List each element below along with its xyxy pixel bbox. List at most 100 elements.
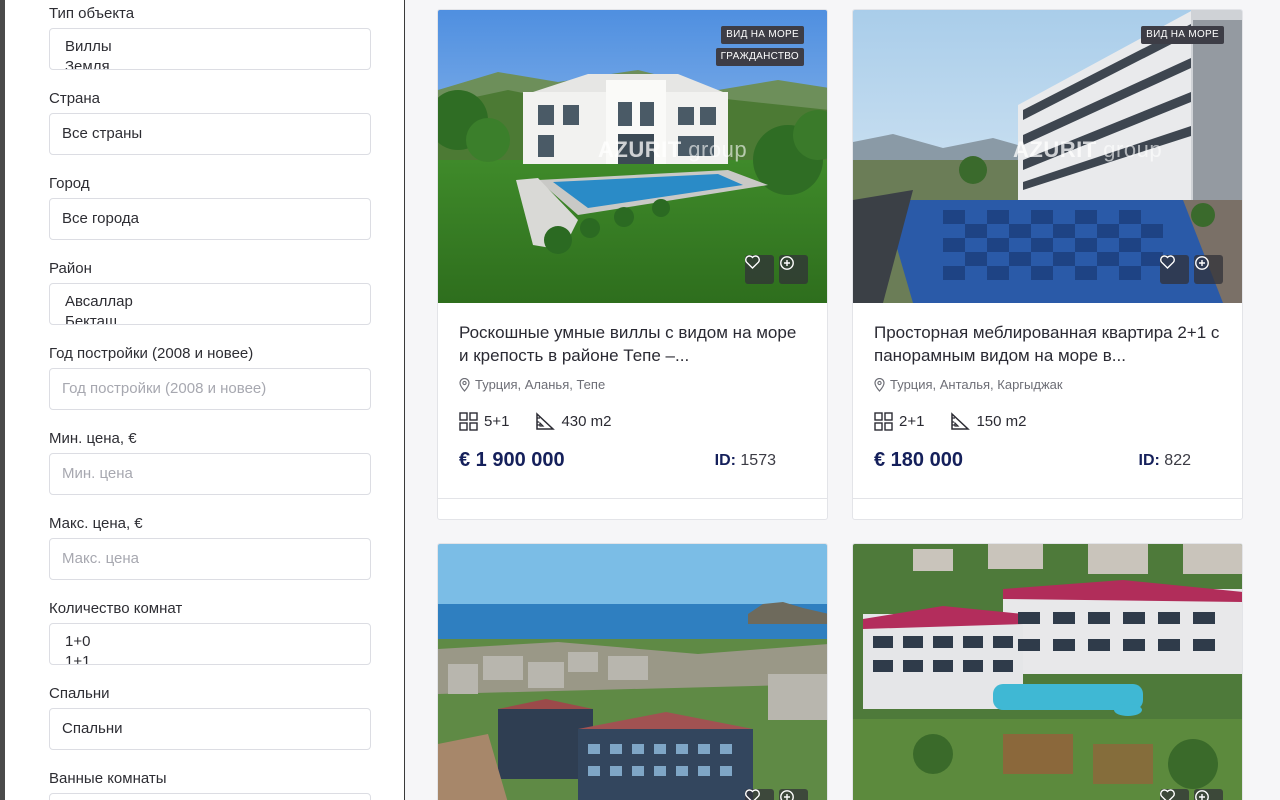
- district-option[interactable]: Авсаллар: [62, 292, 358, 312]
- filter-city-label: Город: [49, 175, 90, 192]
- rooms-option[interactable]: 1+1: [62, 652, 358, 664]
- filter-year-label: Год постройки (2008 и новее): [49, 345, 254, 362]
- card-footer: [438, 498, 827, 519]
- listing-id: ID: 822: [1139, 452, 1191, 470]
- card-footer: [853, 498, 1242, 519]
- listing-title[interactable]: Просторная меблированная квартира 2+1 с …: [874, 321, 1221, 367]
- listing-grid: AZURIT group ВИД НА МОРЕ ГРАЖДАНСТВО Рос…: [406, 0, 1280, 800]
- country-select[interactable]: Все страны: [49, 113, 371, 155]
- filter-country-label: Страна: [49, 90, 101, 107]
- listing-photo[interactable]: [853, 544, 1242, 800]
- filter-type: Тип объекта Виллы Земля: [49, 4, 371, 70]
- filter-min-price: Мин. цена, € Мин. цена: [49, 429, 371, 495]
- rooms-multiselect[interactable]: 1+0 1+1: [49, 623, 371, 665]
- zoom-plus-icon: [780, 256, 794, 270]
- listing-card[interactable]: [437, 543, 828, 800]
- badge-sea-view: ВИД НА МОРЕ: [1141, 26, 1224, 44]
- filter-max-price-label: Макс. цена, €: [49, 515, 143, 532]
- listing-location: Турция, Аланья, Тепе: [459, 377, 806, 392]
- type-multiselect[interactable]: Виллы Земля: [49, 28, 371, 70]
- filter-bedrooms: Спальни Спальни: [49, 684, 371, 750]
- watermark-suffix: group: [1103, 137, 1163, 162]
- filter-district: Район Авсаллар Бекташ: [49, 259, 371, 325]
- zoom-button[interactable]: [779, 789, 808, 800]
- district-option[interactable]: Бекташ: [62, 312, 358, 324]
- filter-city: Город Все города: [49, 174, 371, 240]
- feature-rooms: 2+1: [874, 412, 924, 431]
- heart-icon: [1160, 789, 1175, 800]
- type-option[interactable]: Земля: [62, 57, 358, 69]
- listing-photo[interactable]: AZURIT group ВИД НА МОРЕ: [853, 10, 1242, 303]
- favorite-button[interactable]: [1160, 789, 1189, 800]
- zoom-button[interactable]: [779, 255, 808, 284]
- id-value: 1573: [740, 451, 776, 469]
- watermark: AZURIT group: [598, 137, 747, 163]
- filter-bedrooms-label: Спальни: [49, 685, 110, 702]
- listing-photo[interactable]: [438, 544, 827, 800]
- watermark-brand: AZURIT: [1013, 137, 1097, 162]
- area-value: 150 m2: [976, 413, 1027, 430]
- listing-card[interactable]: AZURIT group ВИД НА МОРЕ ГРАЖДАНСТВО Рос…: [437, 9, 828, 520]
- listing-body: Роскошные умные виллы с видом на море и …: [438, 303, 827, 519]
- price-row: € 180 000 ID: 822: [874, 449, 1221, 472]
- rooms-option[interactable]: 1+0: [62, 632, 358, 652]
- favorite-button[interactable]: [745, 255, 774, 284]
- listing-title[interactable]: Роскошные умные виллы с видом на море и …: [459, 321, 806, 367]
- watermark-suffix: group: [688, 137, 748, 162]
- listing-features: 5+1 430 m2: [459, 412, 806, 431]
- listing-features: 2+1 150 m2: [874, 412, 1221, 431]
- residential-complex-photo: [853, 544, 1242, 800]
- type-option[interactable]: Виллы: [62, 37, 358, 57]
- rooms-grid-icon: [874, 412, 893, 431]
- year-input[interactable]: Год постройки (2008 и новее): [49, 368, 371, 410]
- listing-body: Просторная меблированная квартира 2+1 с …: [853, 303, 1242, 519]
- bathrooms-select[interactable]: [49, 793, 371, 800]
- rooms-value: 2+1: [899, 413, 925, 430]
- zoom-plus-icon: [1195, 256, 1209, 270]
- zoom-plus-icon: [1195, 790, 1209, 800]
- feature-rooms: 5+1: [459, 412, 509, 431]
- feature-area: 150 m2: [950, 412, 1027, 431]
- max-price-input[interactable]: Макс. цена: [49, 538, 371, 580]
- bedrooms-select[interactable]: Спальни: [49, 708, 371, 750]
- heart-icon: [1160, 255, 1175, 269]
- filter-min-price-label: Мин. цена, €: [49, 430, 137, 447]
- filter-type-label: Тип объекта: [49, 5, 135, 22]
- watermark: AZURIT group: [1013, 137, 1162, 163]
- min-price-input[interactable]: Мин. цена: [49, 453, 371, 495]
- favorite-button[interactable]: [1160, 255, 1189, 284]
- listing-card[interactable]: [852, 543, 1243, 800]
- location-text: Турция, Аланья, Тепе: [475, 377, 606, 392]
- location-text: Турция, Анталья, Каргыджак: [890, 377, 1063, 392]
- filter-bathrooms-label: Ванные комнаты: [49, 770, 167, 787]
- area-ruler-icon: [951, 412, 971, 430]
- location-pin-icon: [459, 377, 470, 392]
- filter-country: Страна Все страны: [49, 89, 371, 155]
- filter-year: Год постройки (2008 и новее) Год построй…: [49, 344, 371, 410]
- city-select[interactable]: Все города: [49, 198, 371, 240]
- district-multiselect[interactable]: Авсаллар Бекташ: [49, 283, 371, 325]
- coast-complex-photo: [438, 544, 827, 800]
- badge-sea-view: ВИД НА МОРЕ: [721, 26, 804, 44]
- heart-icon: [745, 789, 760, 800]
- favorite-button[interactable]: [745, 789, 774, 800]
- zoom-button[interactable]: [1194, 789, 1223, 800]
- zoom-button[interactable]: [1194, 255, 1223, 284]
- listing-photo[interactable]: AZURIT group ВИД НА МОРЕ ГРАЖДАНСТВО: [438, 10, 827, 303]
- watermark-brand: AZURIT: [598, 137, 682, 162]
- listing-card[interactable]: AZURIT group ВИД НА МОРЕ Просторная мебл…: [852, 9, 1243, 520]
- rooms-value: 5+1: [484, 413, 510, 430]
- id-value: 822: [1164, 451, 1191, 469]
- filter-bathrooms: Ванные комнаты: [49, 769, 371, 800]
- filter-rooms: Количество комнат 1+0 1+1: [49, 599, 371, 665]
- area-value: 430 m2: [561, 413, 612, 430]
- feature-area: 430 m2: [535, 412, 612, 431]
- area-ruler-icon: [536, 412, 556, 430]
- id-label: ID:: [1138, 451, 1160, 469]
- filter-district-label: Район: [49, 260, 92, 277]
- filter-max-price: Макс. цена, € Макс. цена: [49, 514, 371, 580]
- filter-sidebar: Тип объекта Виллы Земля Страна Все стран…: [0, 0, 405, 800]
- badge-citizenship: ГРАЖДАНСТВО: [715, 48, 804, 66]
- location-pin-icon: [874, 377, 885, 392]
- rooms-grid-icon: [459, 412, 478, 431]
